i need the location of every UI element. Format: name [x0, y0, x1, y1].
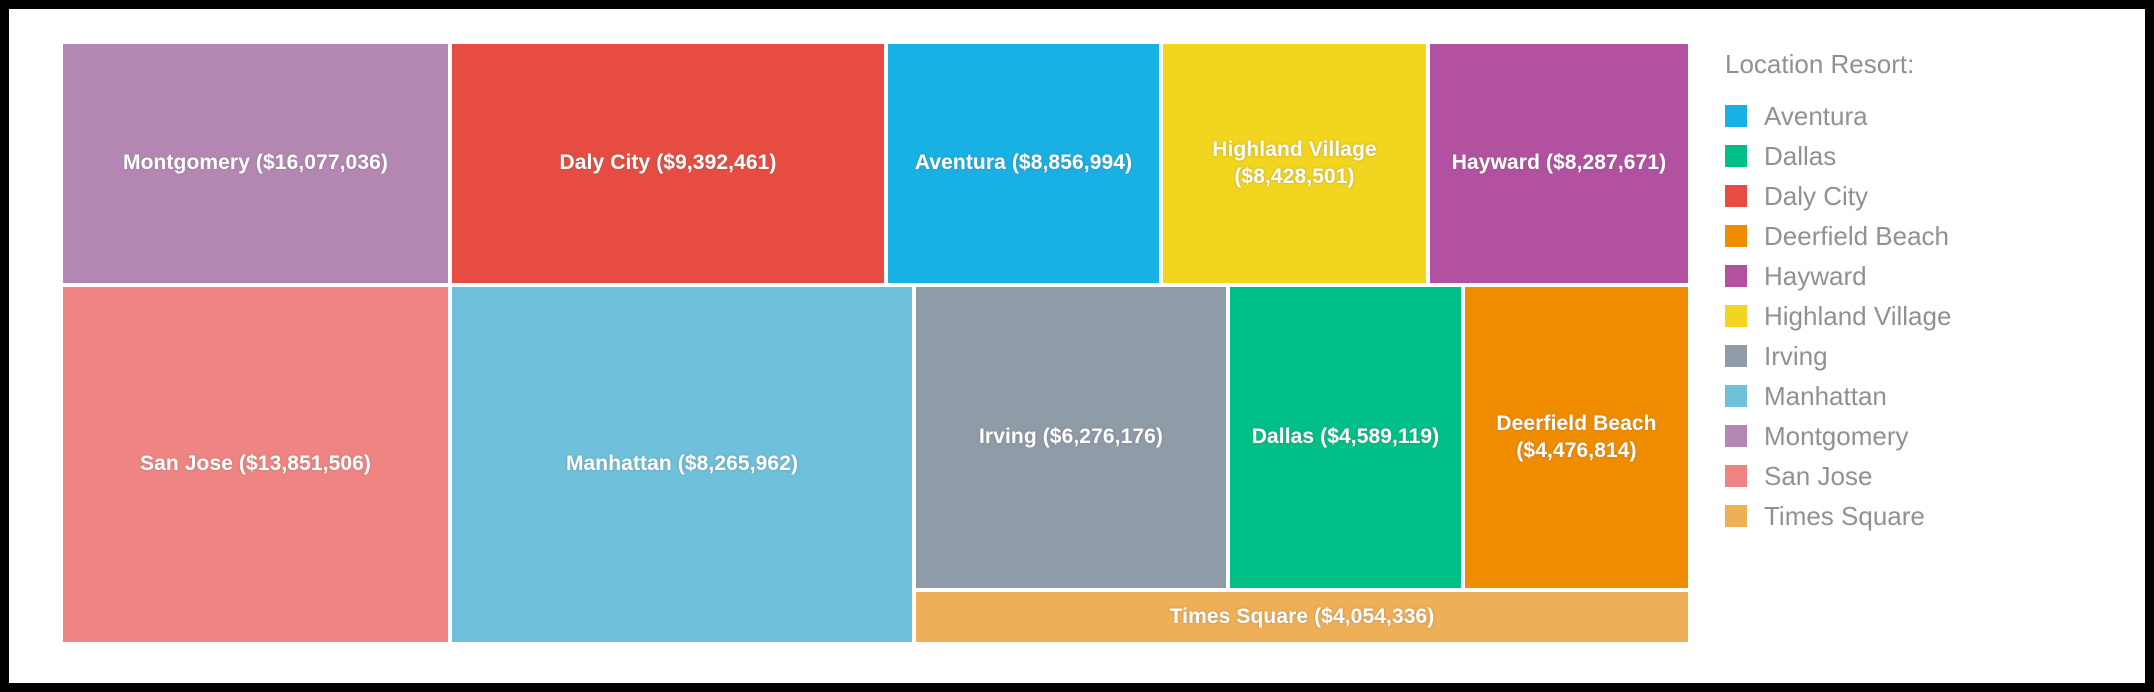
legend-item-label: Deerfield Beach — [1764, 221, 1949, 251]
treemap-tile-label: Daly City ($9,392,461) — [559, 151, 777, 175]
legend-item-dallas[interactable]: Dallas — [1725, 136, 2105, 176]
legend-item-label: San Jose — [1764, 461, 1873, 491]
legend-swatch — [1725, 105, 1747, 127]
treemap-tile-label: Deerfield Beach ($4,476,814) — [1496, 412, 1657, 462]
legend-item-manhattan[interactable]: Manhattan — [1725, 376, 2105, 416]
legend-item-label: Irving — [1764, 341, 1828, 371]
treemap-chart[interactable]: Montgomery ($16,077,036) Daly City ($9,39… — [63, 44, 1688, 642]
treemap-tile-label: Highland Village ($8,428,501) — [1212, 138, 1377, 188]
visualization-frame: Montgomery ($16,077,036) Daly City ($9,39… — [9, 9, 2145, 683]
legend-items: Aventura Dallas Daly City Deerfield Beach Ha… — [1725, 96, 2105, 536]
treemap-tile-label: Dallas ($4,589,119) — [1251, 425, 1440, 449]
treemap-tile[interactable]: Hayward ($8,287,671) — [1430, 44, 1688, 283]
treemap-tile-label: Times Square ($4,054,336) — [1169, 604, 1435, 628]
legend-item-highland-village[interactable]: Highland Village — [1725, 296, 2105, 336]
legend-swatch — [1725, 465, 1747, 487]
treemap-tile[interactable]: Montgomery ($16,077,036) — [63, 44, 448, 283]
legend-item-deerfield-beach[interactable]: Deerfield Beach — [1725, 216, 2105, 256]
treemap-tile[interactable]: Times Square ($4,054,336) — [916, 592, 1688, 642]
treemap-tile[interactable]: Manhattan ($8,265,962) — [452, 287, 912, 642]
legend-swatch — [1725, 305, 1747, 327]
legend-swatch — [1725, 345, 1747, 367]
treemap-tile-label: Aventura ($8,856,994) — [914, 151, 1133, 175]
legend-item-times-square[interactable]: Times Square — [1725, 496, 2105, 536]
treemap-tile[interactable]: San Jose ($13,851,506) — [63, 287, 448, 642]
treemap-tile-label: San Jose ($13,851,506) — [139, 452, 372, 476]
treemap-tile[interactable]: Dallas ($4,589,119) — [1230, 287, 1461, 588]
treemap-tile-label: Montgomery ($16,077,036) — [122, 151, 388, 175]
legend-swatch — [1725, 145, 1747, 167]
legend-item-label: Highland Village — [1764, 301, 1952, 331]
treemap-tile-label: Irving ($6,276,176) — [979, 425, 1163, 449]
legend-item-label: Montgomery — [1764, 421, 1909, 451]
treemap-tile-label: Hayward ($8,287,671) — [1451, 151, 1667, 175]
legend-item-label: Times Square — [1764, 501, 1925, 531]
treemap-tile[interactable]: Irving ($6,276,176) — [916, 287, 1226, 588]
legend-item-montgomery[interactable]: Montgomery — [1725, 416, 2105, 456]
treemap-tile[interactable]: Highland Village ($8,428,501) — [1163, 44, 1426, 283]
legend-item-label: Manhattan — [1764, 381, 1887, 411]
legend-title: Location Resort: — [1725, 49, 1915, 79]
legend-swatch — [1725, 385, 1747, 407]
legend-item-san-jose[interactable]: San Jose — [1725, 456, 2105, 496]
legend-item-label: Dallas — [1764, 141, 1837, 171]
legend-swatch — [1725, 185, 1747, 207]
legend: Location Resort: Aventura Dallas Daly City… — [1725, 49, 2105, 536]
legend-item-label: Aventura — [1764, 101, 1868, 131]
legend-item-irving[interactable]: Irving — [1725, 336, 2105, 376]
treemap-tile[interactable]: Deerfield Beach ($4,476,814) — [1465, 287, 1688, 588]
legend-swatch — [1725, 225, 1747, 247]
legend-item-label: Daly City — [1764, 181, 1869, 211]
treemap-tile[interactable]: Aventura ($8,856,994) — [888, 44, 1159, 283]
legend-swatch — [1725, 265, 1747, 287]
legend-swatch — [1725, 505, 1747, 527]
treemap-tile[interactable]: Daly City ($9,392,461) — [452, 44, 884, 283]
legend-swatch — [1725, 425, 1747, 447]
legend-item-aventura[interactable]: Aventura — [1725, 96, 2105, 136]
legend-item-daly-city[interactable]: Daly City — [1725, 176, 2105, 216]
treemap-tile-label: Manhattan ($8,265,962) — [565, 452, 799, 476]
legend-item-label: Hayward — [1764, 261, 1867, 291]
legend-item-hayward[interactable]: Hayward — [1725, 256, 2105, 296]
